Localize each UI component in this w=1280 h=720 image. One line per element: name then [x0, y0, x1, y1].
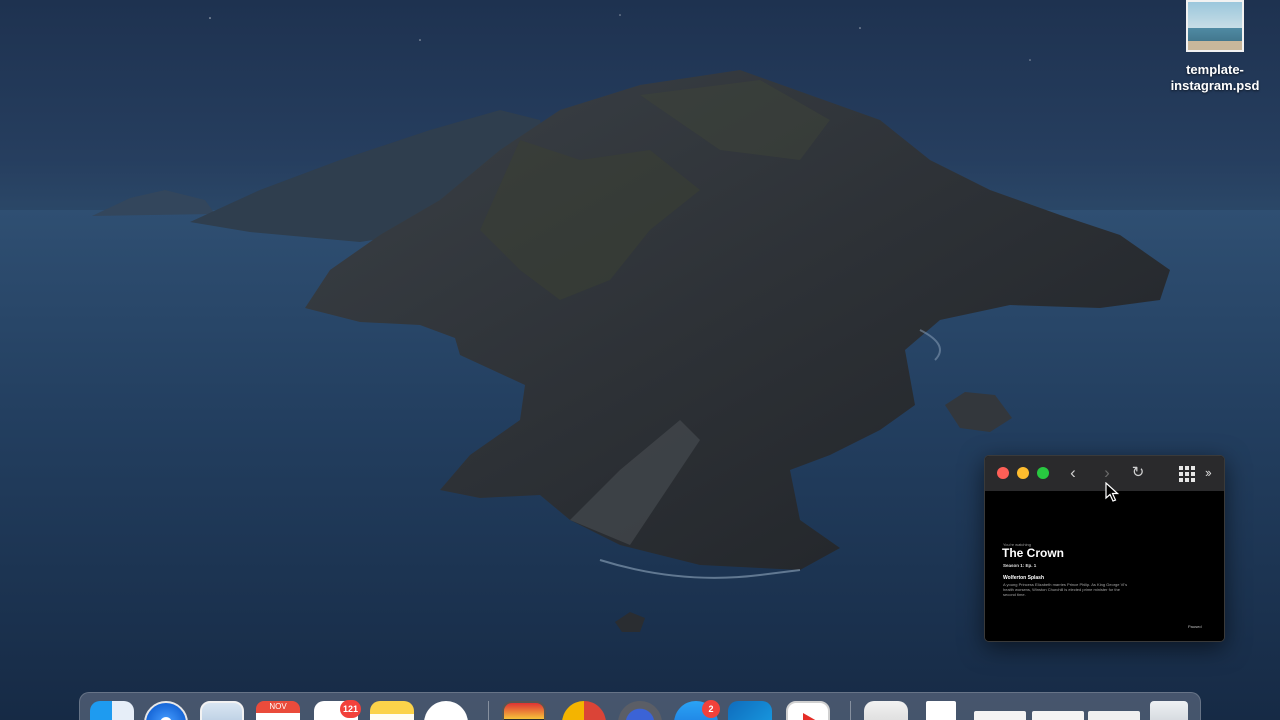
reload-button[interactable]: ↻: [1128, 463, 1148, 483]
dock-slack-icon[interactable]: [424, 701, 468, 720]
dock-reminders-icon[interactable]: 121: [314, 700, 362, 720]
dock-chrome-icon[interactable]: [562, 701, 606, 720]
dock-xcode-icon[interactable]: 2: [674, 700, 720, 720]
dock-window-thumb-icon[interactable]: [1032, 711, 1084, 720]
minimize-window-button[interactable]: [1017, 467, 1029, 479]
dock-window-thumb-icon[interactable]: [1088, 711, 1140, 720]
dock-document-icon[interactable]: [926, 701, 956, 720]
dock-preview-icon[interactable]: [864, 701, 908, 720]
dock-recorder-icon[interactable]: [618, 701, 662, 720]
playback-status: Paused: [1188, 624, 1202, 629]
dock-youtube-icon[interactable]: [786, 701, 830, 720]
dock-divider: [850, 701, 851, 720]
calendar-month-label: NOV: [256, 701, 300, 713]
back-button[interactable]: ‹: [1063, 463, 1083, 483]
dock-trash-icon[interactable]: [1150, 701, 1188, 720]
video-content-area[interactable]: You're watching The Crown Season 1: Ep. …: [985, 491, 1224, 641]
more-chevron-button[interactable]: ››: [1205, 463, 1212, 483]
show-title: The Crown: [1002, 546, 1064, 560]
dock-divider: [488, 701, 489, 720]
dock-notes-icon[interactable]: [370, 701, 414, 720]
episode-title: Wolferton Splash: [1003, 575, 1045, 581]
episode-number: Season 1: Ep. 1: [1003, 563, 1037, 568]
psd-file-thumbnail-icon: [1186, 0, 1244, 52]
dock-safari-icon[interactable]: [144, 701, 188, 720]
dock-outlook-icon[interactable]: [728, 701, 772, 720]
dock-calendar-icon[interactable]: NOV: [256, 701, 300, 720]
dock-window-thumb-icon[interactable]: [974, 711, 1026, 720]
zoom-window-button[interactable]: [1037, 467, 1049, 479]
desktop-file-label: template-instagram.psd: [1170, 62, 1260, 93]
play-triangle-icon: [803, 713, 816, 720]
dock-mail-icon[interactable]: [200, 701, 244, 720]
episode-description: A young Princess Elizabeth marries Princ…: [1003, 582, 1128, 597]
dock: NOV 121 2: [79, 692, 1201, 720]
grid-icon[interactable]: [1179, 466, 1195, 482]
reminders-badge: 121: [340, 700, 362, 718]
forward-button[interactable]: ›: [1097, 463, 1117, 483]
desktop-file-template-instagram[interactable]: template-instagram.psd: [1160, 0, 1270, 100]
dock-finder-icon[interactable]: [90, 701, 134, 720]
dock-photobooth-icon[interactable]: [502, 701, 546, 720]
xcode-badge: 2: [702, 700, 720, 718]
mouse-cursor-icon: [1105, 482, 1119, 502]
close-window-button[interactable]: [997, 467, 1009, 479]
